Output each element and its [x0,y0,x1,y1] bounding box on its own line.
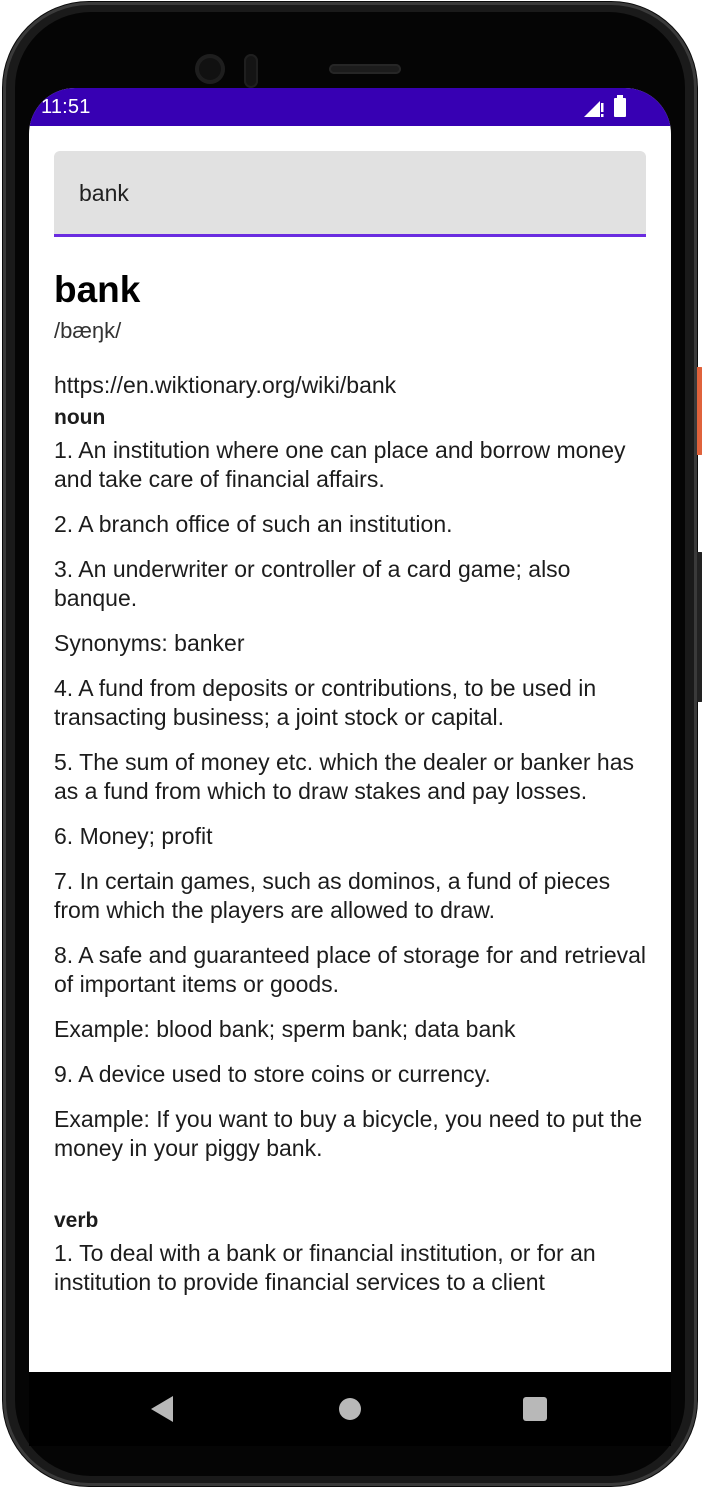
verb-section: verb 1. To deal with a bank or financial… [54,1207,654,1297]
camera-icon [195,54,225,84]
battery-icon [614,95,626,117]
home-icon[interactable] [339,1398,361,1420]
definition-item: 3. An underwriter or controller of a car… [54,556,571,611]
power-button[interactable] [697,367,702,455]
phonetic-text: /bæŋk/ [54,318,122,343]
search-input-value[interactable]: bank [79,180,129,207]
definition-item: 4. A fund from deposits or contributions… [54,675,597,730]
definition-item: 1. To deal with a bank or financial inst… [54,1240,596,1295]
status-time: 11:51 [41,96,91,118]
word-title: bank [54,269,141,310]
definition-item: 9. A device used to store coins or curre… [54,1061,491,1087]
volume-button[interactable] [697,552,702,702]
app-screen: 11:51 bank bank /bæŋk/ https://en.wiktio… [29,88,671,1446]
example-line: Example: If you want to buy a bicycle, y… [54,1106,643,1161]
definition-item: 1. An institution where one can place an… [54,437,626,492]
definition-item: 8. A safe and guaranteed place of storag… [54,942,647,997]
definition-item: 6. Money; profit [54,823,213,849]
search-input[interactable]: bank [54,151,646,237]
status-bar: 11:51 [29,88,671,126]
example-line: Example: blood bank; sperm bank; data ba… [54,1016,516,1042]
noun-section: noun 1. An institution where one can pla… [54,404,654,1163]
navigation-bar [29,1372,671,1446]
part-of-speech-label: noun [54,406,106,429]
back-icon[interactable] [151,1396,173,1422]
synonyms-line: Synonyms: banker [54,630,245,656]
part-of-speech-label: verb [54,1209,99,1232]
signal-icon [584,101,604,117]
definition-content: bank /bæŋk/ https://en.wiktionary.org/wi… [54,268,654,1313]
sensor-icon [244,54,258,88]
definition-item: 2. A branch office of such an institutio… [54,511,453,537]
definition-item: 7. In certain games, such as dominos, a … [54,868,611,923]
speaker-grille [329,64,401,74]
recents-icon[interactable] [523,1397,547,1421]
source-url[interactable]: https://en.wiktionary.org/wiki/bank [54,370,654,400]
definition-item: 5. The sum of money etc. which the deale… [54,749,634,804]
